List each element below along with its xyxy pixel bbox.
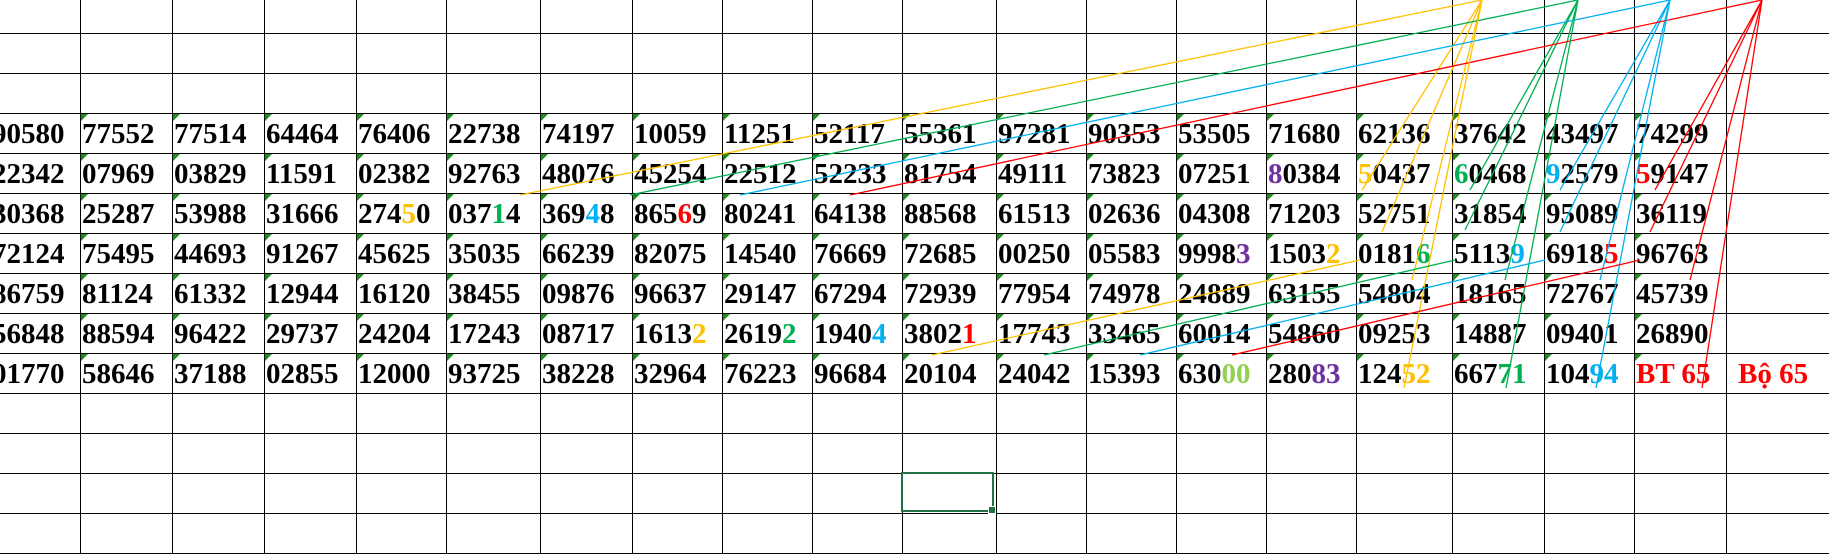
connector-line xyxy=(1701,0,1763,389)
connector-line xyxy=(1654,0,1763,191)
connector-line xyxy=(1689,0,1763,281)
connector-line xyxy=(1469,0,1579,191)
connector-line xyxy=(849,0,1763,196)
connector-line xyxy=(629,0,1579,196)
connector-line xyxy=(1559,0,1671,233)
connector-line xyxy=(1139,259,1546,356)
connector-line xyxy=(1403,0,1483,389)
connector-line xyxy=(1595,0,1671,389)
connector-line xyxy=(1464,0,1579,231)
connector-line xyxy=(1649,0,1763,233)
connector-line xyxy=(1599,0,1671,281)
connector-line xyxy=(1043,259,1456,356)
fill-handle[interactable] xyxy=(988,506,996,514)
spreadsheet-grid: 9058077552775146446476406227387419710059… xyxy=(0,0,1829,554)
connector-line xyxy=(1559,0,1671,191)
connector-line xyxy=(1381,0,1483,233)
connector-line xyxy=(519,0,1483,196)
connector-line xyxy=(1505,0,1579,389)
selected-cell[interactable] xyxy=(901,472,996,514)
connector-line xyxy=(1361,0,1483,191)
connector-lines xyxy=(519,0,1763,389)
